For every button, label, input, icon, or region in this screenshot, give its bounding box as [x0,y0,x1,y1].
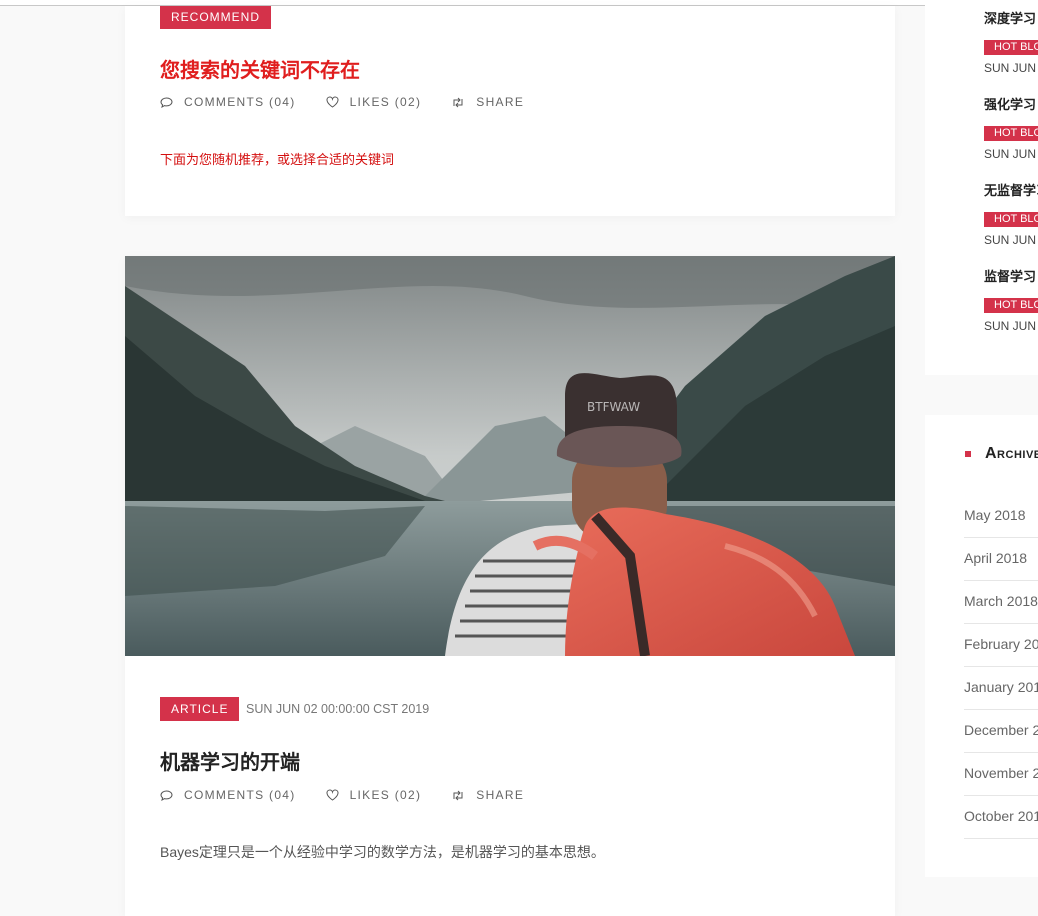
comment-icon [160,96,173,108]
recommend-badge[interactable]: RECOMMEND [160,6,271,29]
archives-title: Archives [985,445,1038,462]
heart-icon [326,789,339,801]
archive-link[interactable]: April 2018 [964,538,1038,581]
likes-link[interactable]: LIKES (02) [326,788,422,802]
article-date: SUN JUN 02 00:00:00 CST 2019 [246,702,430,716]
hot-blog-badge: HOT BLOG [984,126,1038,141]
likes-link[interactable]: LIKES (02) [326,95,422,109]
retweet-icon [453,790,463,800]
article-excerpt: Bayes定理只是一个从经验中学习的数学方法，是机器学习的基本思想。 [160,844,605,860]
article-badge[interactable]: ARTICLE [160,697,240,721]
retweet-icon [453,97,463,107]
share-label: SHARE [476,788,525,802]
recommend-title[interactable]: 您搜索的关键词不存在 [160,54,360,83]
article-title[interactable]: 机器学习的开端 [160,746,300,775]
share-link[interactable]: SHARE [451,95,524,109]
archives-widget: Archives May 2018 April 2018 March 2018 … [925,415,1038,877]
archive-link[interactable]: March 2018 [964,581,1038,624]
hot-post-title[interactable]: 监督学习 [984,268,1038,286]
archive-link[interactable]: February 2018 [964,624,1038,667]
hot-post-title[interactable]: 深度学习 [984,10,1038,28]
heading-square-icon [965,451,971,457]
share-link[interactable]: SHARE [451,788,524,802]
hot-post-date: SUN JUN 02 [984,61,1038,75]
hot-post-item[interactable]: 强化学习 HOT BLOG SUN JUN 02 [984,96,1038,161]
hot-post-title[interactable]: 无监督学习 [984,182,1038,200]
hot-blog-badge: HOT BLOG [984,40,1038,55]
archive-link[interactable]: December 2017 [964,710,1038,753]
hot-post-item[interactable]: 无监督学习 HOT BLOG SUN JUN 02 [984,182,1038,247]
comments-link[interactable]: COMMENTS (04) [160,95,296,109]
article-card: BTFWAW ARTICLE SUN JUN 02 00:00:00 CST 2… [125,256,895,916]
hot-blog-badge: HOT BLOG [984,298,1038,313]
comments-label: COMMENTS (04) [184,95,296,109]
comments-link[interactable]: COMMENTS (04) [160,788,296,802]
article-image[interactable]: BTFWAW [125,256,895,656]
recommend-meta: COMMENTS (04) LIKES (02) SHARE [160,95,554,109]
hot-post-title[interactable]: 强化学习 [984,96,1038,114]
recommend-excerpt: 下面为您随机推荐，或选择合适的关键词 [160,152,395,167]
likes-label: LIKES (02) [349,788,422,802]
hot-post-item[interactable]: 监督学习 HOT BLOG SUN JUN 02 [984,268,1038,333]
hiker-lake-illustration: BTFWAW [125,256,895,656]
hot-posts-widget: 深度学习 HOT BLOG SUN JUN 02 强化学习 HOT BLOG S… [925,0,1038,375]
comment-icon [160,789,173,801]
archive-link[interactable]: May 2018 [964,495,1038,538]
article-meta: COMMENTS (04) LIKES (02) SHARE [160,788,554,802]
archives-heading: Archives [965,445,1038,463]
archives-list: May 2018 April 2018 March 2018 February … [964,495,1038,839]
likes-label: LIKES (02) [349,95,422,109]
archive-link[interactable]: January 2018 [964,667,1038,710]
heart-icon [326,96,339,108]
hot-post-item[interactable]: 深度学习 HOT BLOG SUN JUN 02 [984,10,1038,75]
hot-post-date: SUN JUN 02 [984,319,1038,333]
archive-link[interactable]: November 2017 [964,753,1038,796]
hot-post-date: SUN JUN 02 [984,233,1038,247]
recommend-card: RECOMMEND 您搜索的关键词不存在 COMMENTS (04) LIKES… [125,6,895,216]
share-label: SHARE [476,95,525,109]
hot-post-date: SUN JUN 02 [984,147,1038,161]
archive-link[interactable]: October 2017 [964,796,1038,839]
hot-blog-badge: HOT BLOG [984,212,1038,227]
svg-text:BTFWAW: BTFWAW [587,400,640,414]
comments-label: COMMENTS (04) [184,788,296,802]
